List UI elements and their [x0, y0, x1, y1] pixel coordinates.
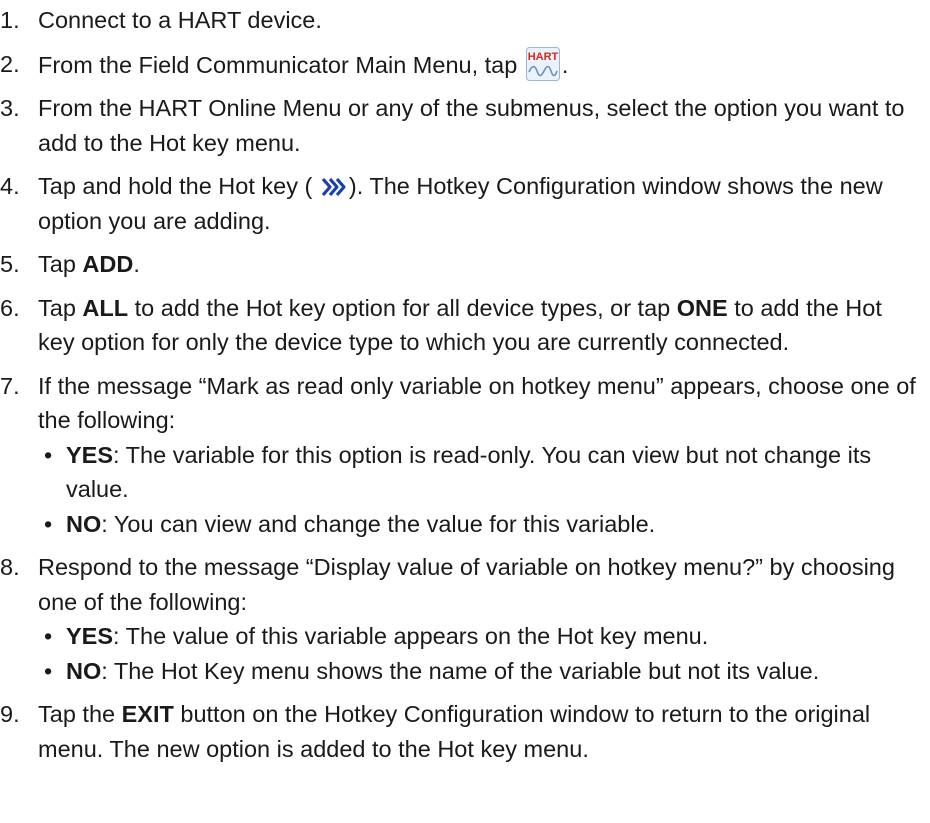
- step-5: 5. Tap ADD.: [0, 247, 918, 282]
- no-label: NO: [66, 510, 102, 537]
- step-number: 8.: [0, 554, 20, 580]
- bullet-text: : The variable for this option is read-o…: [66, 441, 872, 503]
- exit-label: EXIT: [121, 701, 174, 727]
- step-text: Respond to the message “Display value of…: [38, 554, 895, 615]
- step-text: If the message “Mark as read only variab…: [38, 372, 916, 434]
- no-label: NO: [66, 657, 102, 684]
- bullet-dot: •: [44, 441, 53, 468]
- list-item: • NO: The Hot Key menu shows the name of …: [44, 654, 918, 689]
- step-text: Connect to a HART device.: [38, 7, 322, 33]
- step-number: 6.: [0, 294, 20, 321]
- step-1: 1. Connect to a HART device.: [0, 3, 918, 38]
- step-number: 9.: [0, 701, 20, 727]
- step-text: Tap and hold the Hot key (: [38, 173, 319, 199]
- bullet-list: • YES: The value of this variable appears…: [38, 619, 918, 688]
- step-text: From the HART Online Menu or any of the …: [38, 95, 905, 156]
- step-number: 3.: [0, 95, 20, 121]
- step-6: 6. Tap ALL to add the Hot key option for…: [0, 291, 918, 360]
- step-text-suffix: .: [561, 51, 569, 78]
- list-item: • NO: You can view and change the value f…: [44, 507, 918, 542]
- bullet-dot: •: [44, 623, 53, 649]
- step-9: 9. Tap the EXIT button on the Hotkey Con…: [0, 697, 918, 766]
- step-4: 4. Tap and hold the Hot key ( ). The Hot…: [0, 169, 918, 238]
- step-8: 8. Respond to the message “Display value…: [0, 550, 918, 688]
- instructions-document: 1. Connect to a HART device. 2. From the…: [0, 0, 930, 766]
- bullet-dot: •: [44, 657, 53, 684]
- step-text: Tap the: [38, 701, 122, 727]
- step-7: 7. If the message “Mark as read only var…: [0, 369, 918, 542]
- bullet-text: : You can view and change the value for …: [101, 510, 656, 537]
- step-number: 2.: [0, 50, 20, 77]
- step-text-suffix: .: [133, 251, 140, 277]
- step-text: From the Field Communicator Main Menu, t…: [38, 51, 524, 78]
- step-text: Tap: [38, 251, 83, 277]
- hotkey-chevrons-icon: [321, 173, 347, 197]
- step-number: 1.: [0, 7, 20, 33]
- yes-label: YES: [66, 441, 114, 468]
- hart-app-icon: HART: [525, 46, 560, 81]
- step-2: 2. From the Field Communicator Main Menu…: [0, 46, 918, 83]
- step-number: 5.: [0, 251, 20, 277]
- yes-label: YES: [66, 623, 114, 649]
- step-number: 4.: [0, 173, 20, 199]
- bullet-list: • YES: The variable for this option is re…: [38, 438, 918, 542]
- bullet-text: : The value of this variable appears on …: [113, 623, 709, 649]
- bullet-text: : The Hot Key menu shows the name of the…: [101, 657, 820, 684]
- add-label: ADD: [82, 251, 134, 277]
- step-text: Tap: [38, 294, 83, 321]
- one-label: ONE: [676, 294, 728, 321]
- list-item: • YES: The variable for this option is re…: [44, 438, 918, 507]
- hart-icon-label: HART: [528, 51, 559, 63]
- step-number: 7.: [0, 372, 20, 399]
- bullet-dot: •: [44, 510, 53, 537]
- step-3: 3. From the HART Online Menu or any of t…: [0, 91, 918, 160]
- all-label: ALL: [82, 294, 129, 321]
- list-item: • YES: The value of this variable appears…: [44, 619, 918, 654]
- step-text-middle: to add the Hot key option for all device…: [128, 294, 677, 321]
